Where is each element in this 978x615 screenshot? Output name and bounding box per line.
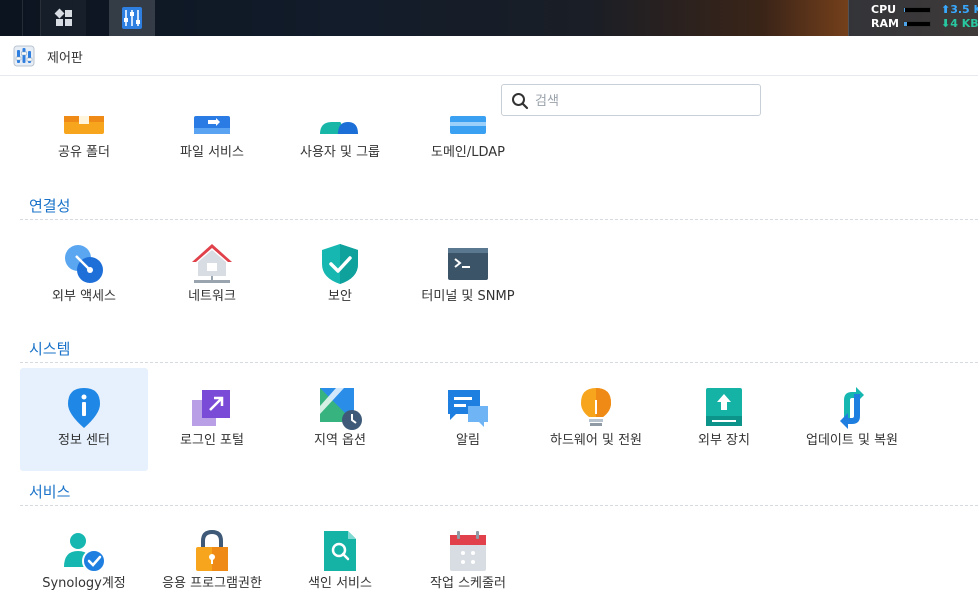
ram-label: RAM (871, 17, 899, 30)
security-item[interactable]: 보안 (276, 224, 404, 327)
map-clock-icon (320, 388, 362, 430)
shared-folder-item[interactable]: 공유 폴더 (20, 116, 148, 174)
login-portal-icon (192, 390, 230, 426)
domain-ldap-label: 도메인/LDAP (430, 145, 506, 160)
terminal-snmp-label: 터미널 및 SNMP (421, 289, 515, 304)
task-scheduler-item[interactable]: 작업 스케줄러 (404, 511, 532, 614)
account-user-check-icon (64, 533, 106, 573)
section-divider (20, 362, 978, 363)
update-restore-label: 업데이트 및 복원 (806, 433, 898, 448)
synology-account-item[interactable]: Synology계정 (20, 511, 148, 614)
window-header: 제어판 (0, 36, 978, 76)
security-label: 보안 (328, 289, 352, 304)
notification-label: 알림 (456, 433, 480, 448)
shared-folder-label: 공유 폴더 (58, 145, 110, 160)
grid-icon (54, 8, 72, 26)
user-group-icon (320, 122, 358, 134)
section-divider (20, 219, 978, 220)
control-panel-taskbar-button[interactable] (109, 0, 155, 36)
indexing-service-label: 색인 서비스 (308, 576, 372, 591)
update-arrows-icon (840, 387, 864, 429)
external-devices-label: 외부 장치 (698, 433, 750, 448)
external-access-item[interactable]: 외부 액세스 (20, 224, 148, 327)
resource-monitor-widget[interactable]: CPU RAM ⬆3.5 K ⬇4 KB/ (848, 0, 978, 36)
window-title: 제어판 (47, 51, 83, 66)
regional-options-item[interactable]: 지역 옵션 (276, 368, 404, 471)
regional-options-label: 지역 옵션 (314, 433, 366, 448)
section-title-services: 서비스 (29, 483, 71, 501)
network-label: 네트워크 (188, 289, 236, 304)
user-group-item[interactable]: 사용자 및 그룹 (276, 116, 404, 174)
update-restore-item[interactable]: 업데이트 및 복원 (788, 368, 916, 471)
external-access-icon (65, 245, 103, 283)
terminal-icon (448, 248, 488, 280)
search-icon (512, 93, 529, 110)
hardware-power-item[interactable]: 하드웨어 및 전원 (532, 368, 660, 471)
file-services-icon (194, 116, 230, 134)
external-device-icon (706, 388, 742, 426)
control-panel-icon (13, 45, 35, 67)
shield-check-icon (322, 244, 358, 284)
file-services-label: 파일 서비스 (180, 145, 244, 160)
info-center-item[interactable]: 정보 센터 (20, 368, 148, 471)
user-group-label: 사용자 및 그룹 (299, 145, 381, 160)
notification-item[interactable]: 알림 (404, 368, 532, 471)
external-access-label: 외부 액세스 (52, 289, 116, 304)
document-search-icon (324, 531, 356, 571)
synology-account-label: Synology계정 (42, 576, 126, 591)
network-item[interactable]: 네트워크 (148, 224, 276, 327)
indexing-service-item[interactable]: 색인 서비스 (276, 511, 404, 614)
domain-ldap-item[interactable]: 도메인/LDAP (404, 116, 532, 174)
section-divider (20, 505, 978, 506)
notification-chat-icon (448, 390, 488, 427)
app-privileges-item[interactable]: 응용 프로그램권한 (148, 511, 276, 614)
lightbulb-icon (581, 388, 611, 426)
file-services-item[interactable]: 파일 서비스 (148, 116, 276, 174)
ram-bar (903, 21, 931, 27)
cpu-label: CPU (871, 3, 897, 16)
download-rate: ⬇4 KB/ (941, 17, 978, 30)
upload-rate: ⬆3.5 K (941, 3, 978, 16)
shared-folder-icon (64, 116, 104, 134)
padlock-icon (196, 529, 228, 571)
terminal-snmp-item[interactable]: 터미널 및 SNMP (404, 224, 532, 327)
taskbar-divider (22, 0, 23, 36)
external-devices-item[interactable]: 외부 장치 (660, 368, 788, 471)
hardware-power-label: 하드웨어 및 전원 (550, 433, 642, 448)
network-home-icon (192, 244, 232, 283)
domain-ldap-icon (450, 116, 486, 134)
search-input[interactable] (535, 91, 750, 111)
taskbar: CPU RAM ⬆3.5 K ⬇4 KB/ (0, 0, 978, 36)
login-portal-item[interactable]: 로그인 포털 (148, 368, 276, 471)
task-scheduler-label: 작업 스케줄러 (430, 576, 506, 591)
search-box[interactable] (501, 84, 761, 116)
info-pin-icon (68, 388, 100, 428)
section-title-connectivity: 연결성 (29, 197, 71, 215)
control-panel-icon (122, 7, 142, 29)
section-title-system: 시스템 (29, 340, 71, 358)
info-center-label: 정보 센터 (58, 433, 110, 448)
login-portal-label: 로그인 포털 (180, 433, 244, 448)
calendar-icon (450, 531, 486, 571)
main-menu-button[interactable] (40, 0, 86, 36)
cpu-bar (903, 7, 931, 13)
app-privileges-label: 응용 프로그램권한 (162, 576, 262, 591)
